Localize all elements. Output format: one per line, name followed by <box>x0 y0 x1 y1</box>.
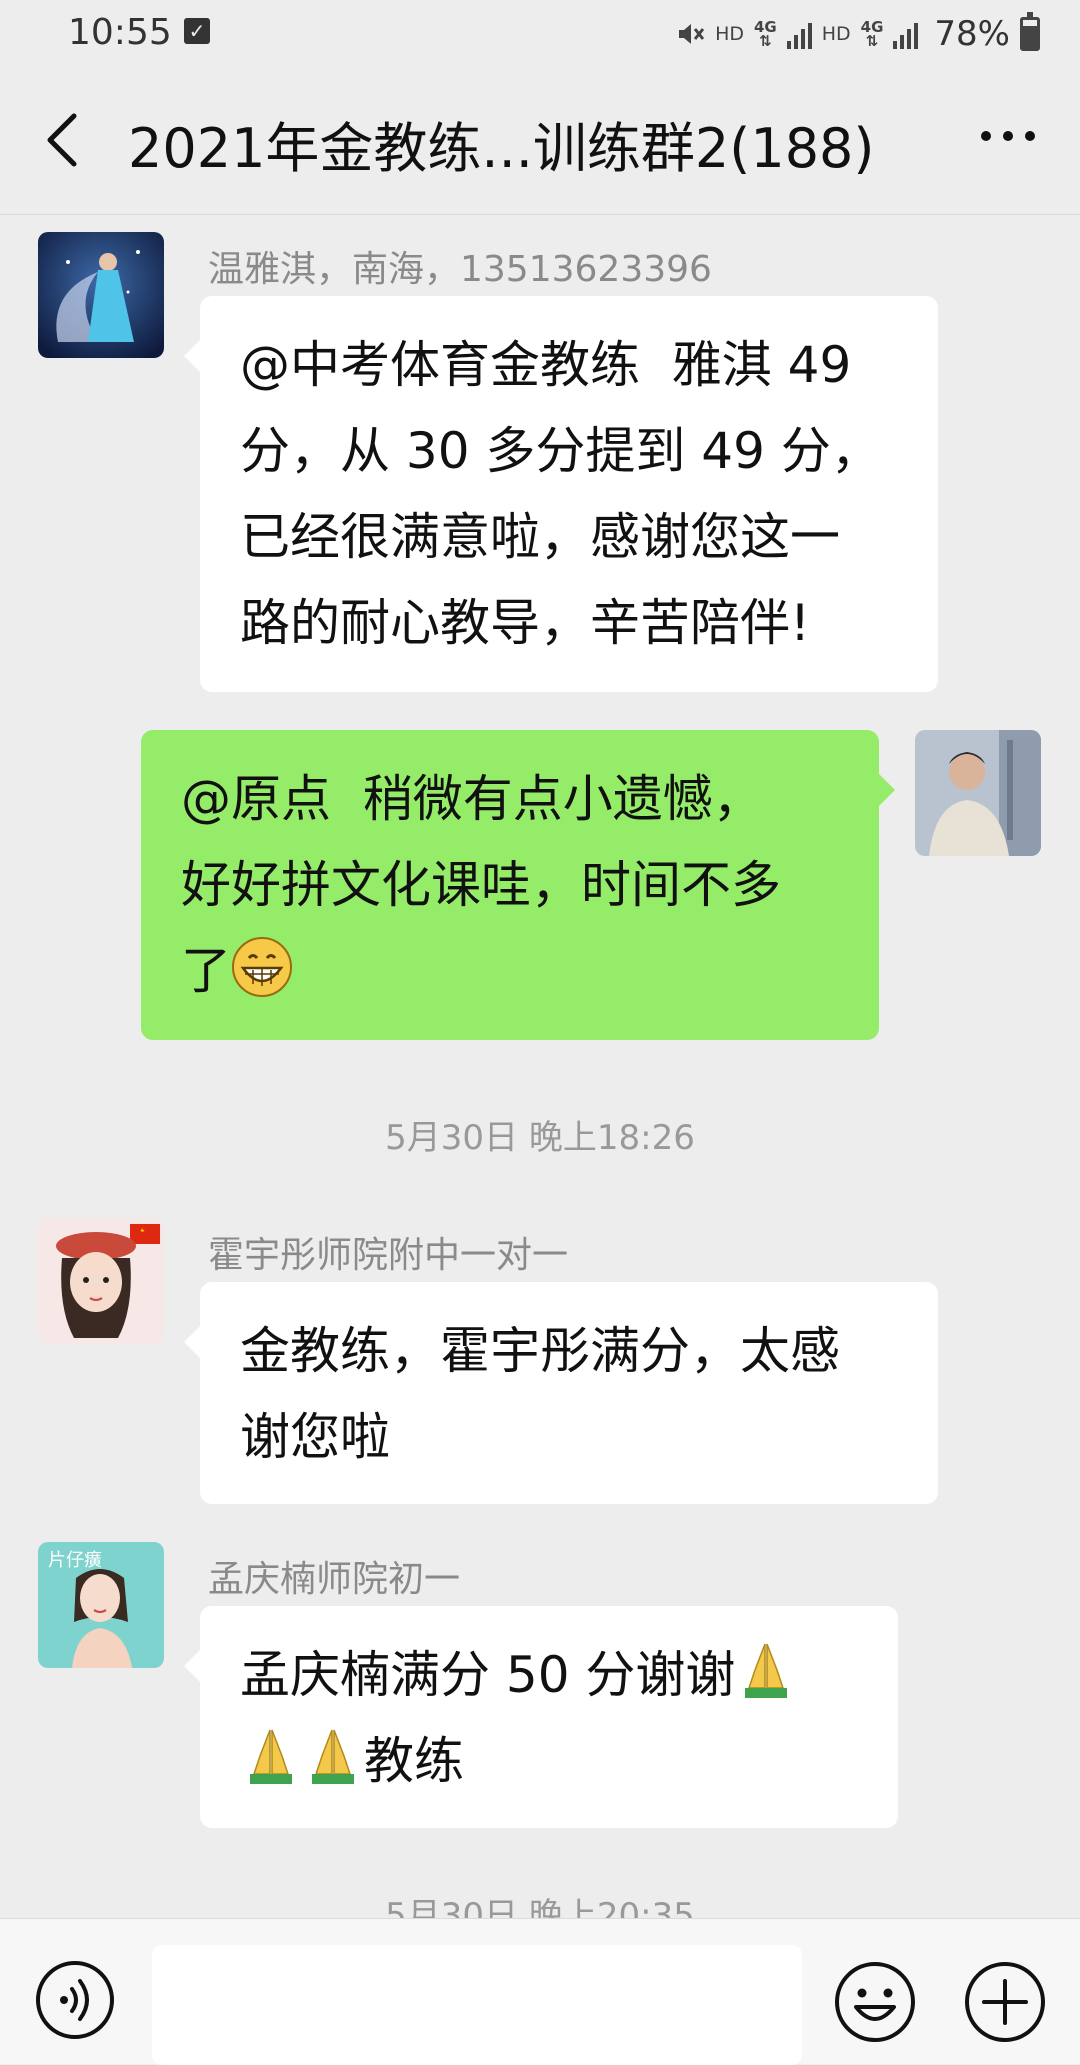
timestamp: 5月30日 晚上18:26 <box>385 1118 695 1158</box>
status-time: 10:55 <box>68 12 172 53</box>
folded-hands-icon <box>745 1643 788 1698</box>
add-attachment-icon[interactable] <box>962 1959 1048 2045</box>
message-input[interactable] <box>152 1945 802 2065</box>
signal-icon-2 <box>893 19 919 49</box>
hd-label-2: HD <box>821 23 851 45</box>
chat-title[interactable]: 2021年金教练...训练群2(188) <box>128 104 874 183</box>
hd-label-1: HD <box>715 23 744 45</box>
battery-icon <box>1020 12 1040 51</box>
folded-hands-icon <box>312 1729 354 1784</box>
status-icons: HD 4G ⇅ HD 4G ⇅ 78% <box>675 12 1040 56</box>
network-4g-2: 4G ⇅ <box>860 18 884 50</box>
message-bubble[interactable]: @中考体育金教练 雅淇 49 分，从 30 多分提到 49 分， 已经很满意啦，… <box>184 296 938 692</box>
chat-header: 2021年金教练...训练群2(188) <box>0 70 1080 215</box>
folded-hands-icon <box>250 1729 292 1784</box>
avatar-image <box>38 1218 164 1344</box>
network-4g-1: 4G ⇅ <box>754 18 777 50</box>
message-text: 孟庆楠满分 50 分谢谢 <box>240 1646 736 1704</box>
message-bubble[interactable]: 金教练，霍宇彤满分，太感 谢您啦 <box>184 1282 938 1504</box>
avatar-image <box>38 232 164 358</box>
dot-icon <box>981 131 991 141</box>
svg-text:片仔癀: 片仔癀 <box>48 1550 102 1571</box>
status-bar: 10:55 ✓ HD 4G ⇅ HD 4G ⇅ 78% <box>0 0 1080 70</box>
avatar[interactable] <box>38 1218 164 1344</box>
checkbox-notification-icon: ✓ <box>184 18 210 44</box>
grinning-face-icon <box>232 937 292 997</box>
mute-icon <box>679 24 705 44</box>
self-avatar[interactable] <box>915 730 1041 856</box>
more-options-button[interactable] <box>976 116 1040 156</box>
voice-input-icon[interactable] <box>34 1959 116 2041</box>
avatar-image <box>915 730 1041 856</box>
battery-percent: 78% <box>934 14 1010 54</box>
signal-icon-1 <box>786 19 812 49</box>
sender-name: 霍宇彤师院附中一对一 <box>208 1235 569 1276</box>
back-arrow-icon[interactable] <box>40 110 90 170</box>
dot-icon <box>1003 131 1013 141</box>
dot-icon <box>1025 131 1035 141</box>
message-bubble-self[interactable]: @原点 稍微有点小遗憾， 好好拼文化课哇，时间不多 了 <box>141 730 895 1040</box>
avatar[interactable] <box>38 232 164 358</box>
message-bubble[interactable]: 孟庆楠满分 50 分谢谢 教练 <box>184 1606 898 1828</box>
input-bar <box>0 1918 1080 2065</box>
emoji-picker-icon[interactable] <box>832 1959 918 2045</box>
sender-name: 温雅淇，南海，13513623396 <box>208 249 712 290</box>
avatar-image: 片仔癀 <box>38 1542 164 1668</box>
avatar[interactable]: 片仔癀 <box>38 1542 164 1668</box>
sender-name: 孟庆楠师院初一 <box>208 1559 461 1600</box>
message-text: 教练 <box>364 1732 464 1790</box>
